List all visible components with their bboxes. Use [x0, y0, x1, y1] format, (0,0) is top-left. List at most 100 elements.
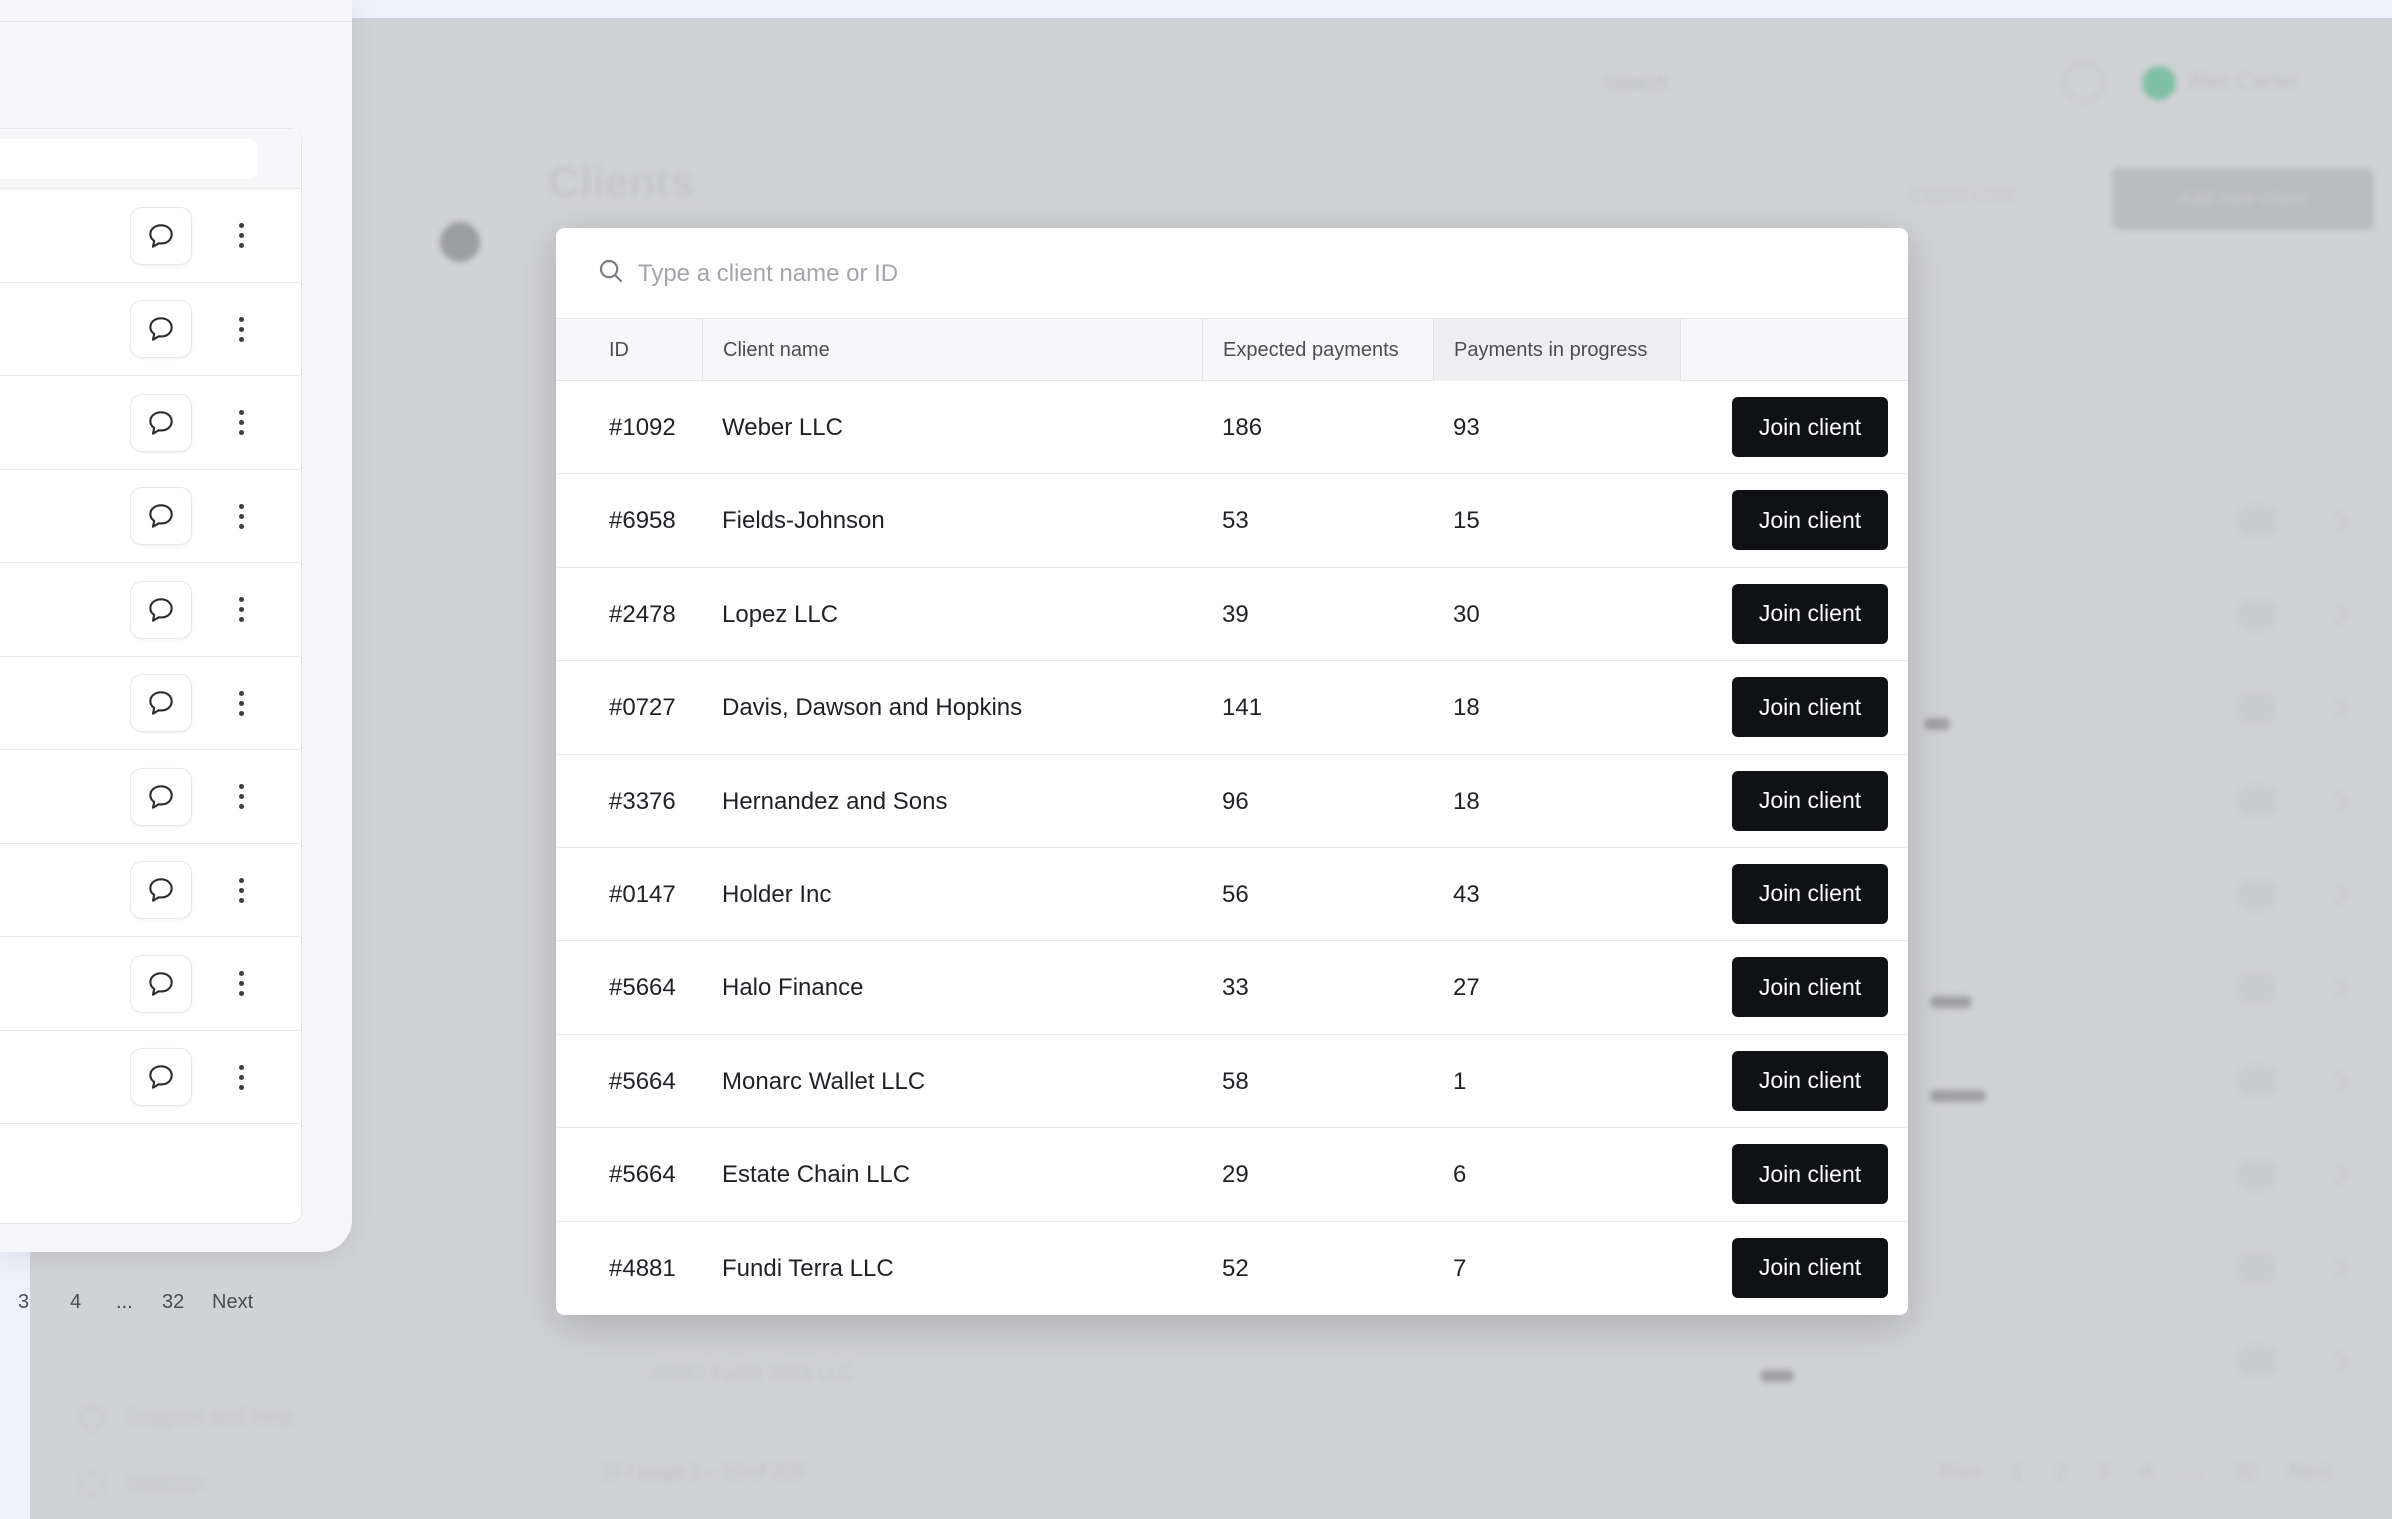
more-options-icon[interactable]: [226, 309, 256, 349]
client-name: Davis, Dawson and Hopkins: [722, 694, 1023, 722]
chat-bubble-icon: [149, 411, 173, 435]
background-sidebar-support: Support and help: [80, 1404, 294, 1431]
join-client-button[interactable]: Join client: [1732, 957, 1888, 1018]
payments-in-progress: 18: [1453, 694, 1480, 722]
payments-in-progress: 93: [1453, 414, 1480, 441]
join-client-button[interactable]: Join client: [1732, 677, 1888, 738]
column-header-payments-in-progress: Payments in progress: [1433, 319, 1681, 381]
page-4-link[interactable]: 4: [70, 1291, 81, 1314]
chevron-right-icon: [2327, 1351, 2347, 1371]
page-3-link[interactable]: 3: [18, 1291, 29, 1314]
comment-button[interactable]: [130, 1048, 192, 1107]
chevron-right-icon: [2327, 1071, 2347, 1091]
expected-payments: 141: [1222, 694, 1263, 722]
left-table-card: 3 4 ... 32 Next: [0, 128, 302, 1313]
help-icon: [80, 1406, 104, 1431]
client-name: Estate Chain LLC: [722, 1161, 911, 1189]
modal-search-bar: [556, 228, 1908, 319]
comment-button[interactable]: [130, 767, 192, 826]
client-row: #5664 Halo Finance 33 27 Join client: [556, 941, 1908, 1035]
comment-button[interactable]: [130, 393, 192, 452]
background-status-bar: [1924, 718, 1950, 730]
expected-payments: 52: [1222, 1254, 1249, 1282]
left-table-header-field: [0, 139, 258, 179]
payments-in-progress: 43: [1453, 880, 1480, 908]
client-id: #4881: [609, 1254, 676, 1282]
comment-button[interactable]: [130, 487, 192, 546]
more-options-icon[interactable]: [226, 870, 256, 910]
client-row: #3376 Hernandez and Sons 96 18 Join client: [556, 755, 1908, 848]
background-indicator: [440, 222, 480, 262]
expected-payments: 53: [1222, 507, 1249, 535]
chevron-right-icon: [2327, 1258, 2347, 1278]
join-client-button[interactable]: Join client: [1732, 583, 1888, 644]
comment-button[interactable]: [130, 674, 192, 733]
background-search: Search: [1605, 72, 1669, 94]
more-options-icon[interactable]: [226, 683, 256, 723]
next-page-link[interactable]: Next: [212, 1291, 253, 1314]
chevron-right-icon: [2327, 1165, 2347, 1185]
left-table-row: [0, 470, 300, 563]
background-last-row: #4881 Fundi Terra LLC: [650, 1362, 855, 1384]
more-options-icon[interactable]: [226, 403, 256, 443]
background-status-bar: [1760, 1370, 1794, 1382]
join-client-button[interactable]: Join client: [1732, 770, 1888, 831]
chat-bubble-icon: [149, 1065, 173, 1089]
more-options-icon[interactable]: [226, 216, 256, 256]
client-id: #5664: [609, 974, 676, 1002]
comment-button[interactable]: [130, 300, 192, 359]
left-table-row: [0, 937, 300, 1031]
comment-button[interactable]: [130, 954, 192, 1013]
left-table-row: [0, 750, 300, 844]
client-name: Fundi Terra LLC: [722, 1254, 894, 1282]
join-client-button[interactable]: Join client: [1732, 1050, 1888, 1111]
left-table-row: [0, 283, 300, 376]
more-options-icon[interactable]: [226, 964, 256, 1004]
column-header-expected-payments: Expected payments: [1202, 319, 1433, 381]
comment-button[interactable]: [130, 861, 192, 920]
client-name: Weber LLC: [722, 414, 843, 441]
background-user-name: Alex Carter: [2188, 68, 2299, 93]
left-table-row: [0, 563, 300, 657]
left-table-row: [0, 376, 300, 470]
comment-button[interactable]: [130, 206, 192, 265]
client-id: #5664: [609, 1161, 676, 1189]
expected-payments: 96: [1222, 787, 1249, 815]
background-status-bar: [1930, 996, 1972, 1008]
left-panel: 3 4 ... 32 Next: [0, 0, 352, 1313]
more-options-icon[interactable]: [226, 496, 256, 536]
gear-icon: [80, 1472, 104, 1497]
join-client-button[interactable]: Join client: [1732, 1237, 1888, 1298]
chat-bubble-icon: [149, 691, 173, 715]
column-header-id: ID: [609, 339, 629, 361]
join-client-button[interactable]: Join client: [1732, 490, 1888, 551]
background-user-menu: Alex Carter: [2142, 62, 2362, 102]
comment-button[interactable]: [130, 580, 192, 639]
client-row: #5664 Monarc Wallet LLC 58 1 Join client: [556, 1035, 1908, 1129]
client-name: Monarc Wallet LLC: [722, 1067, 926, 1095]
client-search-input[interactable]: [638, 248, 1838, 300]
join-client-button[interactable]: Join client: [1732, 1144, 1888, 1205]
payments-in-progress: 30: [1453, 600, 1480, 628]
client-name: Hernandez and Sons: [722, 787, 948, 815]
chevron-right-icon: [2327, 511, 2347, 531]
more-options-icon[interactable]: [226, 777, 256, 817]
client-id: #1092: [609, 414, 676, 441]
more-options-icon[interactable]: [226, 590, 256, 630]
more-options-icon[interactable]: [226, 1057, 256, 1097]
expected-payments: 39: [1222, 600, 1249, 628]
expected-payments: 56: [1222, 880, 1249, 908]
chevron-right-icon: [2327, 605, 2347, 625]
join-client-button[interactable]: Join client: [1732, 397, 1888, 457]
chat-bubble-icon: [149, 878, 173, 902]
background-row-mark: [2238, 600, 2276, 630]
join-client-button[interactable]: Join client: [1732, 863, 1888, 924]
background-status-bar: [1930, 1090, 1986, 1102]
client-id: #3376: [609, 787, 676, 815]
chat-bubble-icon: [149, 317, 173, 341]
payments-in-progress: 7: [1453, 1254, 1467, 1282]
page-32-link[interactable]: 32: [162, 1291, 184, 1314]
background-export-link: Export CSV: [1910, 184, 2015, 206]
background-add-client-button: Add new client: [2112, 168, 2374, 230]
modal-table-header: ID Client name Expected payments Payment…: [556, 319, 1908, 381]
